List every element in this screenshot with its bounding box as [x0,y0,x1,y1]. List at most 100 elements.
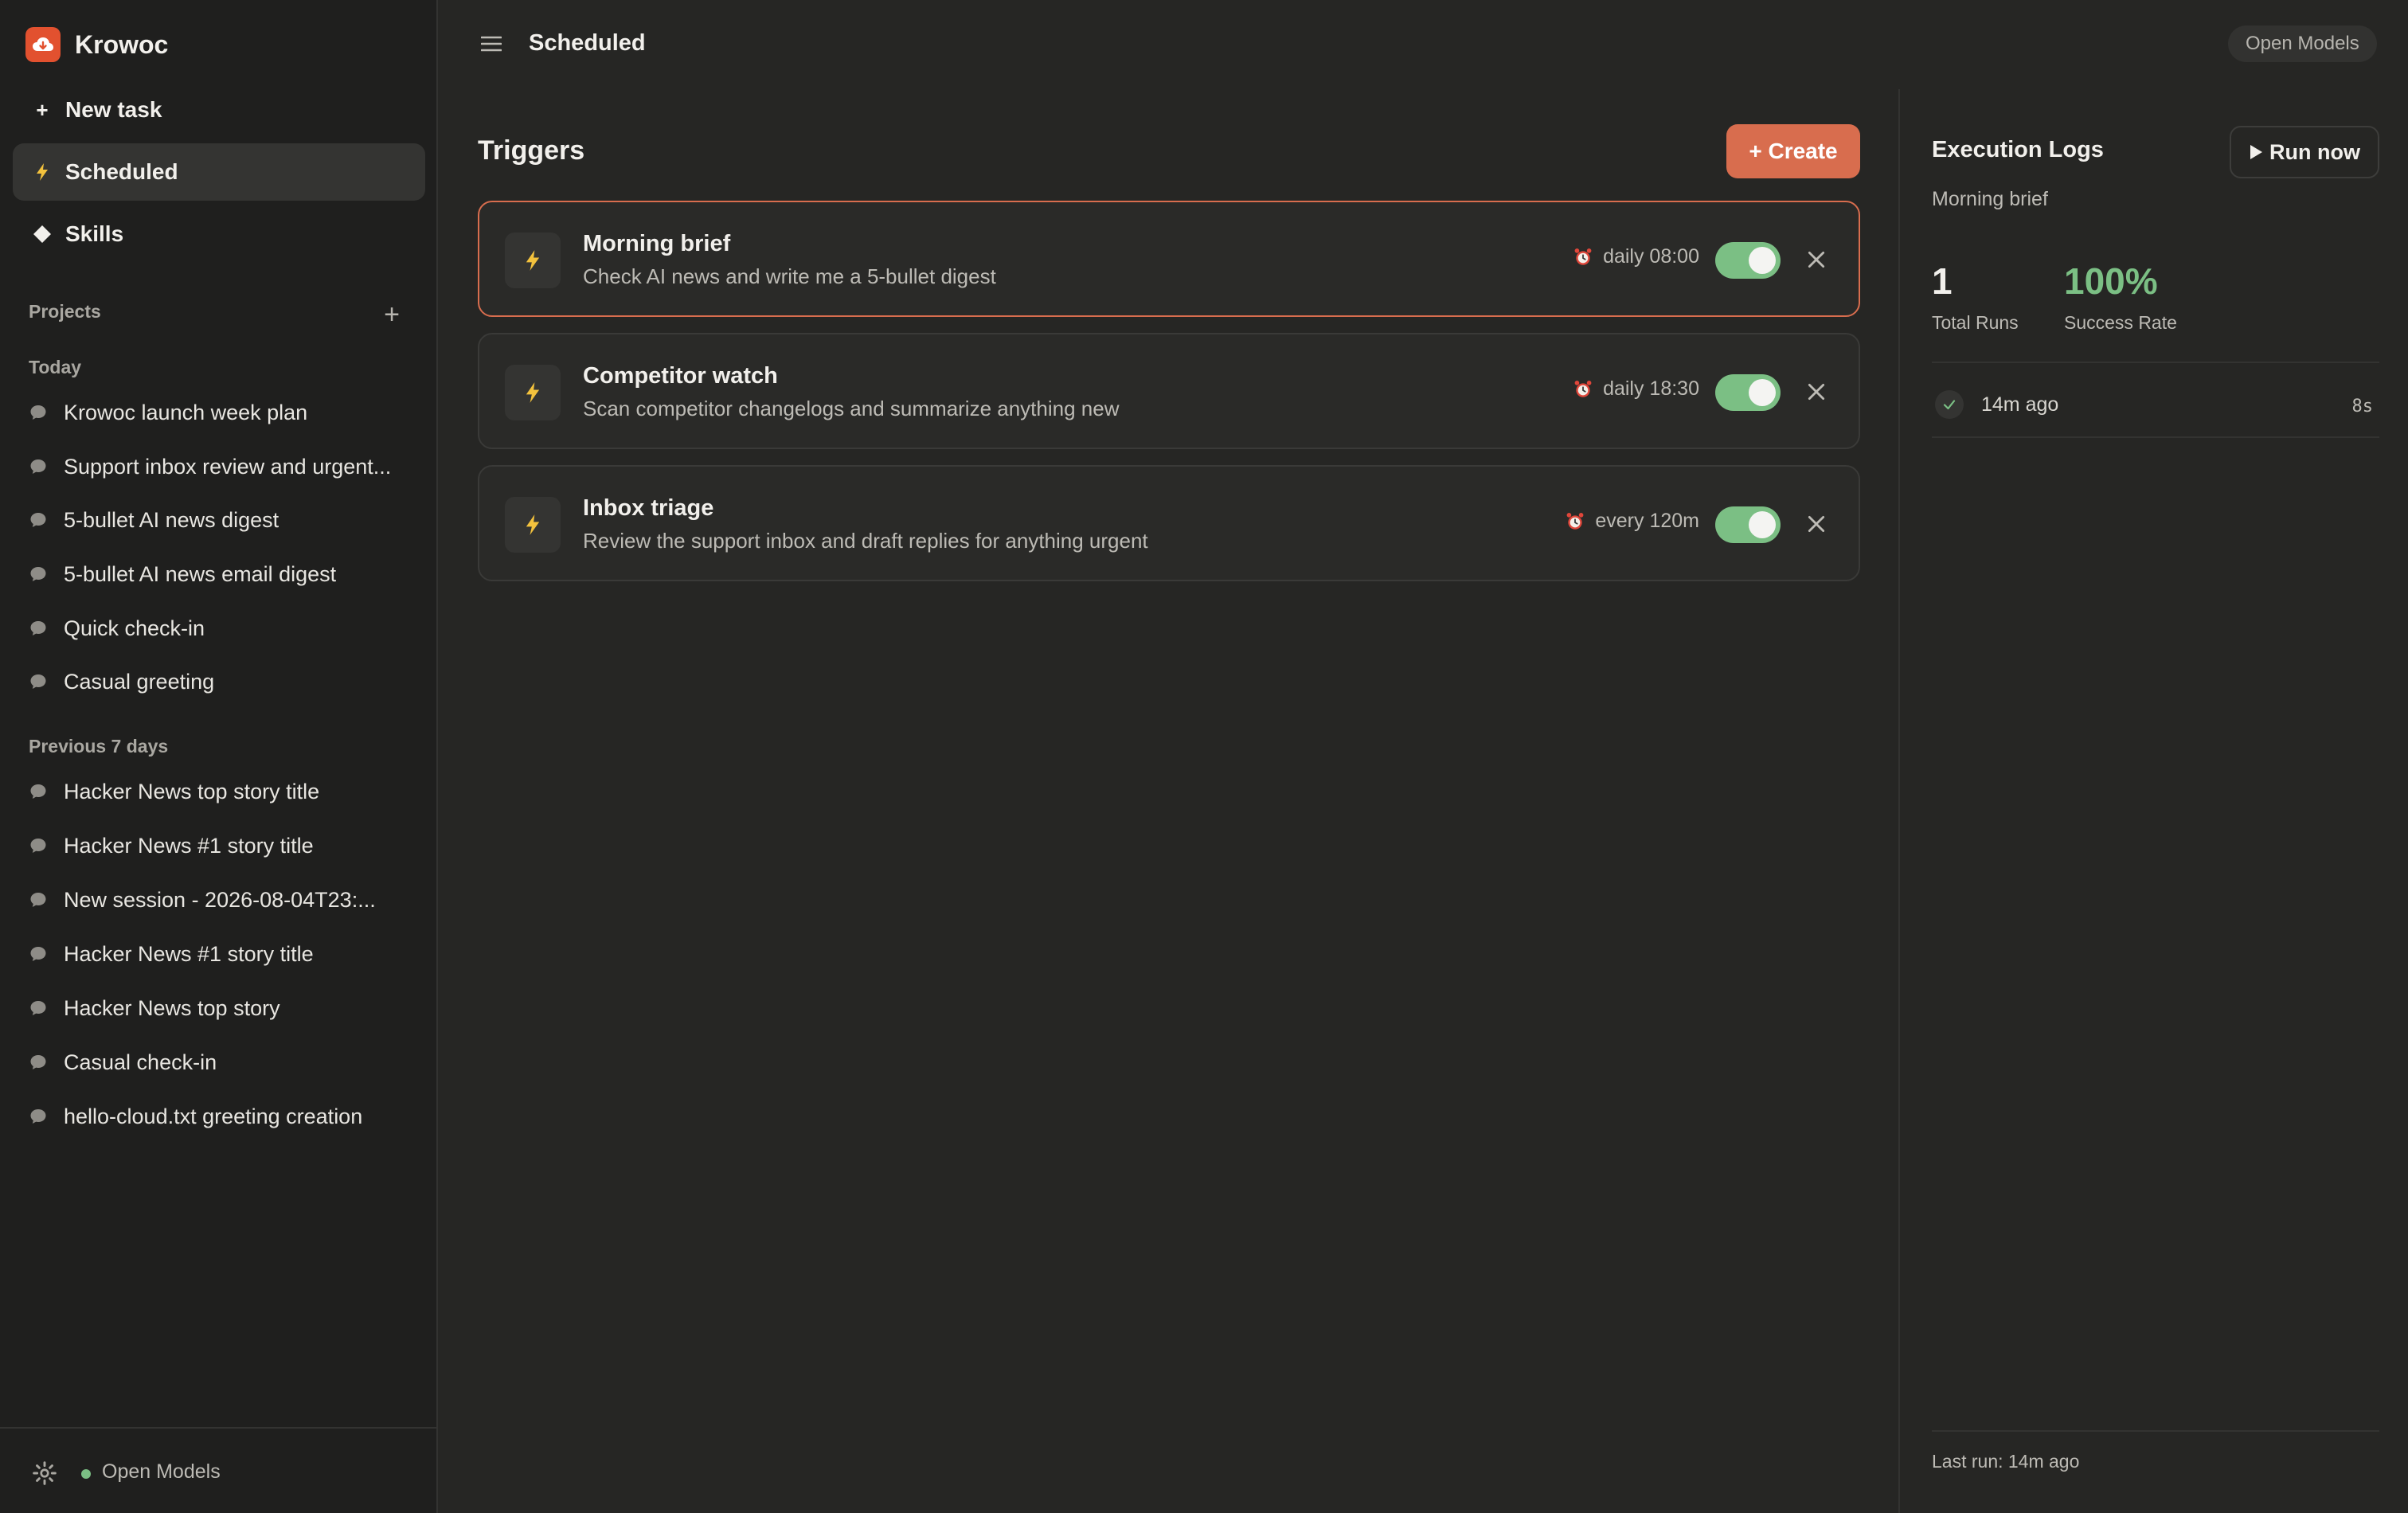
page-title: Scheduled [529,30,646,56]
chat-title: Casual greeting [64,669,215,694]
menu-icon[interactable] [481,35,502,53]
create-trigger-button[interactable]: + Create [1726,124,1860,178]
enable-toggle[interactable] [1715,374,1781,411]
chat-title: Hacker News top story [64,995,280,1020]
chat-title: Hacker News #1 story title [64,833,314,858]
chat-title: 5-bullet AI news email digest [64,561,337,586]
model-status-label[interactable]: Open Models [102,1460,221,1484]
close-icon[interactable] [1806,381,1827,402]
gear-icon[interactable] [32,1460,57,1486]
chat-item[interactable]: hello-cloud.txt greeting creation [29,1099,411,1134]
enable-toggle[interactable] [1715,506,1781,543]
chat-bubble-icon [30,893,46,907]
alarm-clock-icon [1574,380,1592,397]
trigger-description: Scan competitor changelogs and summarize… [583,397,1120,420]
toggle-knob [1749,511,1776,538]
chat-item[interactable]: Quick check-in [29,611,411,646]
chat-item[interactable]: Hacker News #1 story title [29,936,411,972]
lightning-icon [30,162,54,182]
chat-title: Support inbox review and urgent... [64,454,392,479]
chat-item[interactable]: 5-bullet AI news digest [29,502,411,538]
chat-item[interactable]: Hacker News #1 story title [29,828,411,863]
log-entry-duration: 8s [2351,397,2374,416]
new-task-button[interactable]: + New task [13,81,425,139]
chat-title: 5-bullet AI news digest [64,507,280,532]
nav-item-scheduled[interactable]: Scheduled [13,143,425,201]
projects-label: Projects [29,301,101,322]
chat-title: hello-cloud.txt greeting creation [64,1104,363,1128]
trigger-name: Morning brief [583,231,731,256]
trigger-card[interactable]: Competitor watch Scan competitor changel… [478,333,1860,449]
run-now-button[interactable]: Run now [2230,126,2379,178]
chat-item[interactable]: Krowoc launch week plan [29,395,411,430]
brand[interactable]: Krowoc [25,27,168,62]
plus-icon: + [36,97,49,122]
close-icon[interactable] [1806,249,1827,270]
run-now-label: Run now [2269,139,2360,164]
chat-bubble-icon [30,947,46,961]
chat-item[interactable]: Hacker News top story title [29,774,411,809]
chat-item[interactable]: New session - 2026-08-04T23:... [29,882,411,917]
alarm-clock-icon [1574,248,1592,265]
trigger-card[interactable]: Morning brief Check AI news and write me… [478,201,1860,317]
log-entry-time[interactable]: 14m ago [1981,393,2058,416]
trigger-card[interactable]: Inbox triage Review the support inbox an… [478,465,1860,581]
previous-7-days-label: Previous 7 days [29,736,169,756]
chat-item[interactable]: Casual greeting [29,664,411,699]
chat-title: Quick check-in [64,616,205,640]
trigger-name: Inbox triage [583,495,714,521]
enable-toggle[interactable] [1715,242,1781,279]
lightning-icon [505,233,561,288]
today-label: Today [29,357,82,377]
divider [1932,1430,2379,1432]
total-runs-value: 1 [1932,260,1953,302]
nav-label: Scheduled [65,159,178,184]
success-rate-label: Success Rate [2064,312,2177,333]
trigger-schedule: every 120m [1565,510,1699,533]
chat-bubble-icon [30,1055,46,1069]
chat-item[interactable]: Hacker News top story [29,991,411,1026]
schedule-text: every 120m [1595,510,1699,532]
chat-title: Hacker News top story title [64,779,320,803]
toggle-knob [1749,247,1776,274]
trigger-schedule: daily 08:00 [1573,245,1699,268]
trigger-name: Competitor watch [583,363,778,389]
chat-title: Krowoc launch week plan [64,400,308,424]
chat-bubble-icon [30,513,46,527]
divider [1932,362,2379,363]
chat-item[interactable]: Casual check-in [29,1045,411,1080]
play-icon [2250,145,2262,159]
nav-label: Skills [65,221,124,246]
chat-bubble-icon [30,784,46,799]
diamond-icon [30,225,54,244]
chat-item[interactable]: Support inbox review and urgent... [29,449,411,484]
toggle-knob [1749,379,1776,406]
chat-item[interactable]: 5-bullet AI news email digest [29,557,411,592]
trigger-description: Check AI news and write me a 5-bullet di… [583,264,996,288]
chat-bubble-icon [30,621,46,635]
chat-title: New session - 2026-08-04T23:... [64,887,376,912]
triggers-heading: Triggers [478,135,585,166]
nav-label: New task [65,97,162,122]
close-icon[interactable] [1806,514,1827,534]
execution-logs-panel: Execution Logs Run now Morning brief 1 T… [1898,89,2408,1513]
logs-heading: Execution Logs [1932,137,2104,162]
chat-bubble-icon [30,839,46,853]
chat-bubble-icon [30,1001,46,1015]
selected-trigger-name: Morning brief [1932,188,2048,210]
cloud-logo-icon [25,27,61,62]
check-icon [1935,390,1964,419]
trigger-description: Review the support inbox and draft repli… [583,529,1148,553]
add-project-button[interactable]: + [381,299,403,330]
nav-item-skills[interactable]: Skills [13,205,425,263]
lightning-icon [505,497,561,553]
trigger-schedule: daily 18:30 [1573,377,1699,401]
status-dot [81,1469,91,1479]
alarm-clock-icon [1566,512,1584,530]
app-name: Krowoc [75,29,169,59]
chat-bubble-icon [30,1109,46,1124]
model-selector-button[interactable]: Open Models [2228,25,2377,62]
sidebar: Krowoc + New task Scheduled Skills Proje… [0,0,438,1513]
chat-bubble-icon [30,459,46,474]
chat-bubble-icon [30,405,46,420]
